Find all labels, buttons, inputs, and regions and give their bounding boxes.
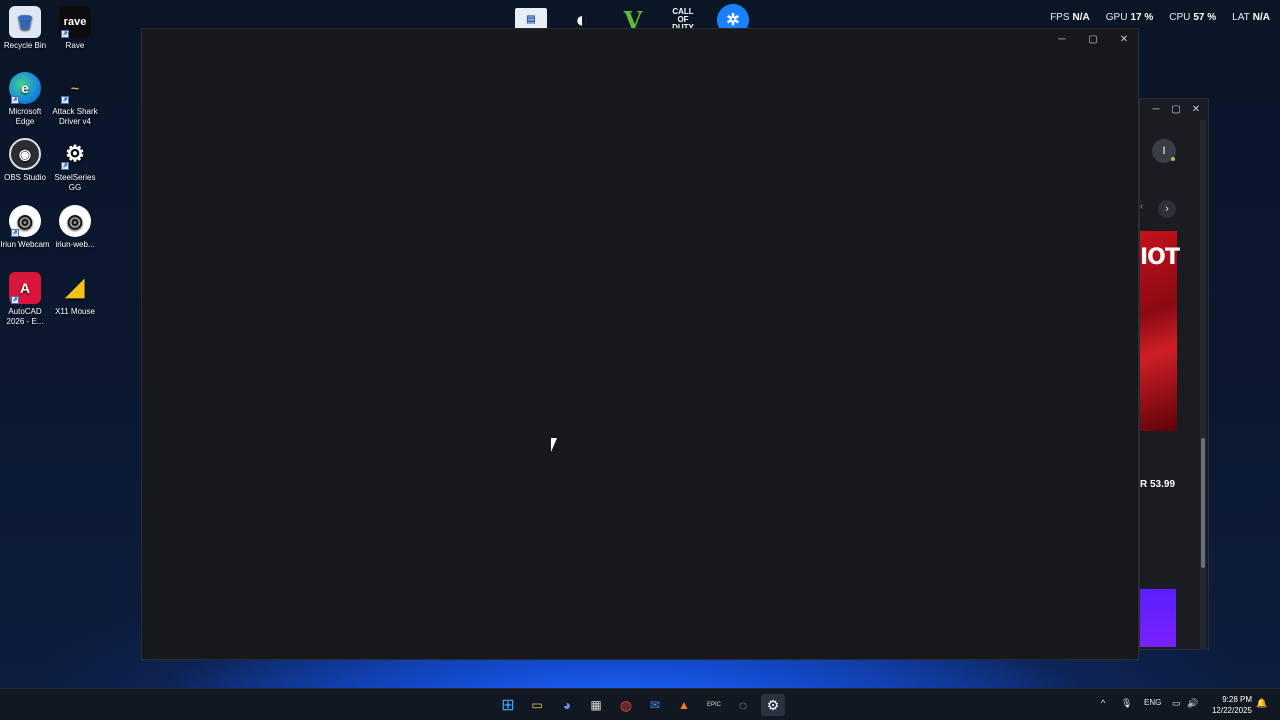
gpu-label: GPU xyxy=(1105,12,1128,23)
desktop-icon-attack-shark[interactable]: ~ ↗ Attack Shark Driver v4 xyxy=(50,72,100,127)
volume-icon[interactable]: 🔊 xyxy=(1187,698,1198,709)
clock[interactable]: 9:28 PM 12/22/2025 xyxy=(1212,694,1252,716)
recycle-bin-icon: 🗑 xyxy=(9,6,41,38)
bg-minimize-button[interactable]: ─ xyxy=(1146,99,1166,119)
desktop-icon-x11-mouse[interactable]: ◢ X11 Mouse xyxy=(50,272,100,317)
gpu-value: 17 % xyxy=(1130,12,1154,23)
bg-maximize-button[interactable]: ▢ xyxy=(1166,99,1186,119)
game-banner-image[interactable]: IOT xyxy=(1140,231,1180,431)
taskbar: ⊞ ▭ ◕ ▦ ◍ ✉ ▲ EPIC ◌ ⚙ ^ 🎙 ENG ▭ 🔊 9:28 … xyxy=(0,688,1280,720)
mail-icon[interactable]: ✉ xyxy=(643,694,667,716)
maximize-button[interactable]: ▢ xyxy=(1078,29,1108,49)
bg-window-scrollbar[interactable] xyxy=(1200,120,1206,650)
desktop-icon-label: AutoCAD 2026 - E... xyxy=(6,307,44,326)
main-window[interactable]: ─ ▢ ✕ xyxy=(141,28,1139,660)
desktop-icon-label: X11 Mouse xyxy=(55,307,95,316)
cpu-label: CPU xyxy=(1169,12,1191,23)
cpu-value: 57 % xyxy=(1193,12,1217,23)
chrome-icon[interactable]: ◍ xyxy=(614,694,638,716)
tray-chevron-icon[interactable]: ^ xyxy=(1101,698,1105,708)
mouse-cursor xyxy=(551,438,563,452)
bg-close-button[interactable]: ✕ xyxy=(1186,99,1206,119)
desktop-icon-label: iriun-web... xyxy=(55,240,95,249)
epic-games-icon[interactable]: EPIC xyxy=(702,694,726,716)
language-indicator[interactable]: ENG xyxy=(1144,698,1161,707)
bg-app-icon[interactable]: ◌ xyxy=(731,694,755,716)
notepad-icon[interactable]: ▤ xyxy=(515,8,547,30)
clock-date: 12/22/2025 xyxy=(1211,706,1252,715)
desktop-icon-label: SteelSeries GG xyxy=(54,173,96,192)
desktop-icon-edge[interactable]: e ↗ Microsoft Edge xyxy=(0,72,50,127)
online-status-dot xyxy=(1171,157,1175,161)
edge-icon: e ↗ xyxy=(9,72,41,104)
avatar-letter: I xyxy=(1162,145,1166,157)
fps-readout: FPS N/A xyxy=(1050,12,1090,23)
carousel-prev-button[interactable]: ‹ xyxy=(1140,201,1143,212)
fps-value: N/A xyxy=(1072,12,1090,23)
desktop-icon-rave[interactable]: rave ↗ Rave xyxy=(50,6,100,51)
lat-value: N/A xyxy=(1252,12,1270,23)
start-icon[interactable]: ⊞ xyxy=(496,694,520,716)
desktop-icon-steelseries[interactable]: ⚙ ↗ SteelSeries GG xyxy=(50,138,100,193)
desktop-icon-label: Rave xyxy=(65,41,85,50)
scrollbar-thumb[interactable] xyxy=(1201,438,1205,568)
desktop-icon-autocad[interactable]: A ↗ AutoCAD 2026 - E... xyxy=(0,272,50,327)
lat-readout: LAT N/A xyxy=(1232,12,1270,23)
desktop-icon-label: Iriun Webcam xyxy=(0,240,50,249)
promo-tile[interactable] xyxy=(1140,589,1176,647)
iriun-icon: ◎ ↗ xyxy=(9,205,41,237)
minimize-button[interactable]: ─ xyxy=(1047,29,1077,49)
lat-label: LAT xyxy=(1232,12,1250,23)
performance-overlay: FPS N/A GPU 17 % CPU 57 % LAT N/A xyxy=(1050,12,1270,23)
steelseries-taskbar-icon[interactable]: ⚙ xyxy=(761,694,785,716)
obs-icon: ◉ xyxy=(9,138,41,170)
game-price: R 53.99 xyxy=(1140,479,1176,490)
gpu-readout: GPU 17 % xyxy=(1106,12,1153,23)
carousel-next-button[interactable]: › xyxy=(1158,200,1176,218)
x11-mouse-icon: ◢ xyxy=(65,274,85,301)
network-icon[interactable]: ▭ xyxy=(1172,698,1181,709)
notification-icon[interactable]: 🔔 xyxy=(1256,698,1267,709)
desktop-icon-label: Attack Shark Driver v4 xyxy=(52,107,98,126)
close-button[interactable]: ✕ xyxy=(1109,29,1139,49)
desktop-icon-obs[interactable]: ◉ OBS Studio xyxy=(0,138,50,183)
clock-time: 9:28 PM xyxy=(1222,695,1252,704)
desktop-icon-recycle-bin[interactable]: 🗑 Recycle Bin xyxy=(0,6,50,51)
desktop: 🗑 Recycle Bin rave ↗ Rave e ↗ Microsoft Ed… xyxy=(0,0,1280,688)
autocad-icon: A ↗ xyxy=(9,272,41,304)
ms-store-icon[interactable]: ▦ xyxy=(584,694,608,716)
fps-label: FPS xyxy=(1050,12,1070,23)
attack-shark-icon: ~ ↗ xyxy=(61,80,80,104)
discord-icon[interactable]: ◕ xyxy=(555,694,579,716)
app-a-icon[interactable]: ▲ xyxy=(672,694,696,716)
desktop-icon-label: Recycle Bin xyxy=(3,41,47,50)
file-explorer-icon[interactable]: ▭ xyxy=(525,694,549,716)
game-banner-text: IOT xyxy=(1140,245,1180,270)
desktop-icon-iriun-web[interactable]: ◎ iriun-web... xyxy=(50,205,100,250)
steelseries-icon: ⚙ ↗ xyxy=(61,141,85,170)
desktop-icon-label: OBS Studio xyxy=(4,173,46,182)
background-window[interactable]: ─ ▢ ✕ I ‹ › IOT R 53.99 xyxy=(1139,98,1209,650)
microphone-icon[interactable]: 🎙 xyxy=(1121,698,1132,709)
cpu-readout: CPU 57 % xyxy=(1169,12,1216,23)
desktop-icon-iriun[interactable]: ◎ ↗ Iriun Webcam xyxy=(0,205,50,250)
iriun-web-icon: ◎ xyxy=(59,205,91,237)
rave-icon: rave ↗ xyxy=(59,6,91,38)
desktop-icon-label: Microsoft Edge xyxy=(8,107,42,126)
